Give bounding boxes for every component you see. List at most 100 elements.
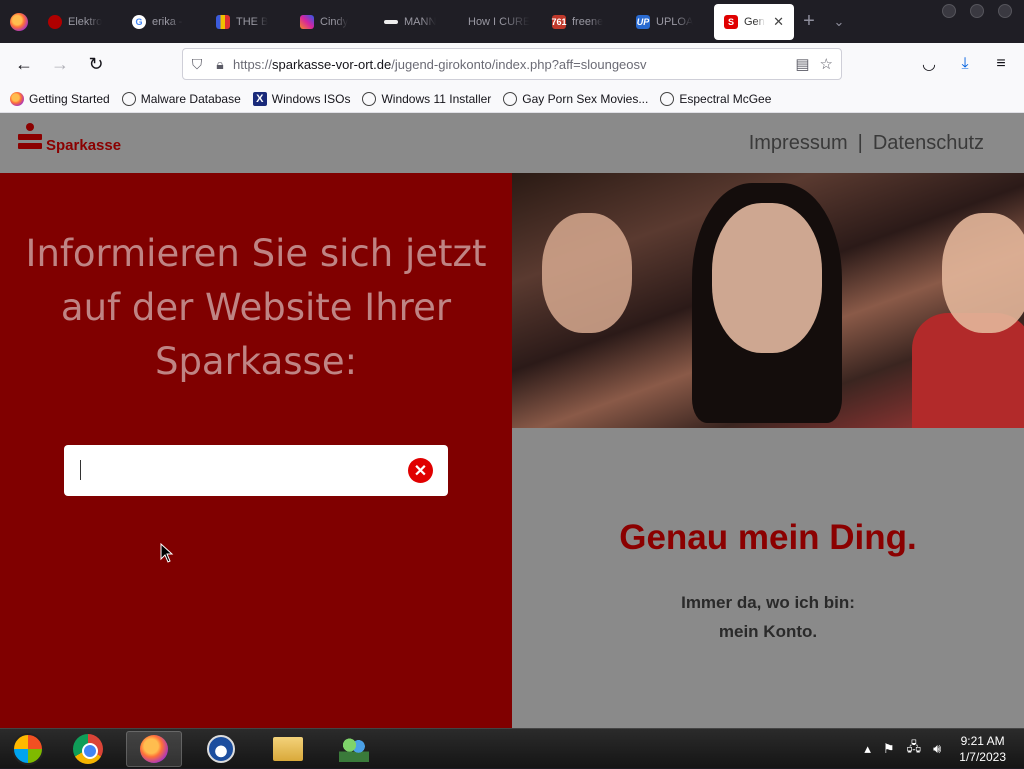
page-nav: Impressum | Datenschutz: [749, 132, 984, 155]
taskbar-chrome[interactable]: [60, 731, 116, 767]
network-icon[interactable]: 🖧: [907, 738, 922, 760]
pocket-button[interactable]: ◡: [914, 48, 944, 80]
search-input[interactable]: ✕: [64, 445, 448, 496]
shield-icon[interactable]: ⛉: [183, 56, 211, 73]
sparkasse-logo[interactable]: Sparkasse: [18, 123, 121, 155]
action-center-flag-icon[interactable]: ⚑: [883, 741, 895, 757]
bookmark-label: Windows ISOs: [271, 91, 351, 106]
bookmark-item[interactable]: Espectral McGee: [660, 91, 772, 106]
tab-4[interactable]: MANN: [374, 4, 458, 40]
pocket-icon: ◡: [922, 56, 936, 73]
tab-2[interactable]: THE B: [206, 4, 290, 40]
url-bar[interactable]: ⛉ 🔒︎ https://sparkasse-vor-ort.de/jugend…: [182, 48, 842, 80]
x-icon: X: [252, 91, 267, 106]
google-icon: G: [132, 14, 146, 29]
tab-5[interactable]: How I CURE: [458, 4, 542, 40]
sparkasse-s-icon: [18, 123, 42, 155]
lock-icon[interactable]: 🔒︎: [211, 56, 229, 73]
bookmark-label: Windows 11 Installer: [381, 91, 492, 106]
clock-time: 9:21 AM: [960, 734, 1005, 748]
subtext: Immer da, wo ich bin: mein Konto.: [512, 588, 1024, 646]
list-all-tabs-button[interactable]: ⌄: [824, 14, 854, 30]
globe-icon: [362, 91, 377, 106]
window-controls: [942, 4, 1012, 18]
close-tab-icon[interactable]: ✕: [773, 14, 784, 30]
tab-label: Gen: [744, 15, 765, 28]
back-button[interactable]: ←: [6, 48, 42, 80]
bookmark-item[interactable]: Windows 11 Installer: [362, 91, 492, 106]
tab-favicon: UP: [636, 14, 650, 29]
forward-button[interactable]: →: [42, 48, 78, 80]
folder-icon: [273, 737, 303, 761]
bookmark-item[interactable]: X Windows ISOs: [252, 91, 351, 106]
firefox-view-button[interactable]: [0, 0, 38, 43]
app-menu-button[interactable]: ≡: [986, 48, 1016, 80]
new-tab-button[interactable]: +: [794, 10, 824, 33]
globe-icon: [121, 91, 136, 106]
tab-strip: Elektro Gerika - THE B Cindy MANN How I …: [0, 0, 1024, 43]
clock-date: 1/7/2023: [959, 750, 1006, 764]
taskbar-firefox[interactable]: [126, 731, 182, 767]
people-icon: [339, 736, 369, 762]
tab-6[interactable]: 761 freene: [542, 4, 626, 40]
minimize-button[interactable]: [942, 4, 956, 18]
bookmark-item[interactable]: Malware Database: [121, 91, 241, 106]
chrome-icon: [73, 734, 103, 764]
tab-0[interactable]: Elektro: [38, 4, 122, 40]
clock[interactable]: 9:21 AM 1/7/2023: [959, 733, 1006, 765]
firefox-icon: [10, 12, 28, 31]
start-orb-icon: [12, 733, 44, 765]
maximize-button[interactable]: [970, 4, 984, 18]
bookmark-label: Espectral McGee: [679, 91, 772, 106]
tab-favicon: [216, 14, 230, 29]
datenschutz-link[interactable]: Datenschutz: [873, 132, 984, 155]
tab-7[interactable]: UP UPLOA: [626, 4, 710, 40]
web-page: Sparkasse Impressum | Datenschutz Inform…: [0, 113, 1024, 728]
arrow-right-icon: →: [51, 53, 69, 74]
bookmark-item[interactable]: Getting Started: [10, 91, 110, 106]
taskbar-explorer[interactable]: [260, 731, 316, 767]
hero-photo: [512, 173, 1024, 428]
reader-view-icon[interactable]: ▤: [795, 55, 809, 73]
url-protocol: https://: [233, 56, 273, 72]
close-window-button[interactable]: [998, 4, 1012, 18]
right-panel: Genau mein Ding. Immer da, wo ich bin: m…: [512, 428, 1024, 728]
tab-3[interactable]: Cindy: [290, 4, 374, 40]
page-header: Sparkasse Impressum | Datenschutz: [0, 113, 1024, 173]
clear-search-button[interactable]: ✕: [408, 458, 433, 483]
system-tray: ▴ ⚑ 🖧 🔊︎ 9:21 AM 1/7/2023: [864, 729, 1024, 769]
tab-label: freene: [572, 15, 604, 28]
url-path: /jugend-girokonto/index.php?aff=sloungeo…: [391, 56, 647, 72]
tab-active[interactable]: S Gen ✕: [714, 3, 794, 40]
bookmark-item[interactable]: Gay Porn Sex Movies...: [503, 91, 648, 106]
globe-icon: [207, 735, 235, 763]
taskbar-app-2[interactable]: [326, 731, 382, 767]
tab-1[interactable]: Gerika -: [122, 4, 206, 40]
brand-name: Sparkasse: [46, 137, 122, 154]
arrow-left-icon: ←: [15, 53, 33, 74]
tab-favicon: [48, 14, 62, 29]
hamburger-menu-icon: ≡: [996, 55, 1006, 72]
firefox-icon: [10, 91, 24, 106]
bookmark-star-icon[interactable]: ☆: [820, 55, 833, 73]
globe-icon: [660, 91, 675, 106]
reload-button[interactable]: ↻: [78, 48, 114, 80]
downloads-button[interactable]: ⤓: [950, 48, 980, 80]
tab-label: MANN: [404, 15, 437, 28]
tab-label: Cindy: [320, 15, 349, 28]
instagram-icon: [300, 14, 314, 29]
globe-icon: [503, 91, 518, 106]
volume-icon[interactable]: 🔊︎: [933, 741, 941, 757]
start-button[interactable]: [0, 731, 56, 767]
tab-label: erika -: [152, 15, 183, 28]
tab-favicon: [384, 19, 398, 24]
reload-icon: ↻: [88, 53, 104, 74]
taskbar: ▴ ⚑ 🖧 🔊︎ 9:21 AM 1/7/2023: [0, 728, 1024, 768]
show-hidden-icons-icon[interactable]: ▴: [864, 741, 871, 757]
nav-separator: |: [857, 132, 863, 154]
slogan: Genau mein Ding.: [619, 518, 917, 557]
impressum-link[interactable]: Impressum: [749, 132, 848, 155]
tab-label: UPLOA: [656, 15, 694, 28]
subtext-line-2: mein Konto.: [718, 622, 818, 641]
taskbar-app[interactable]: [193, 731, 249, 767]
